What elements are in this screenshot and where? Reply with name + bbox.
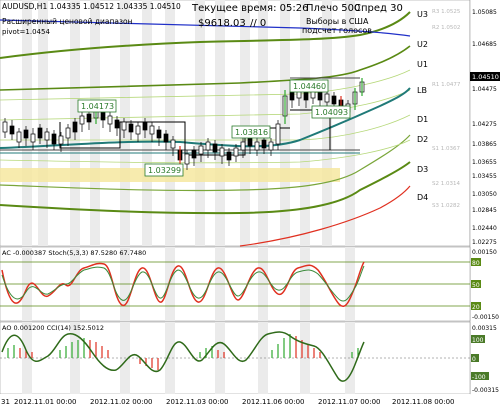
time-axis: 31 2012.11.01 00:00 2012.11.02 00:00 201… — [0, 394, 470, 408]
svg-text:1.03050: 1.03050 — [472, 191, 497, 198]
price-axis: 1.05085 1.04685 1.04475 1.04275 1.03865 … — [469, 0, 500, 408]
band-u2: U2 — [417, 40, 428, 49]
spread-label: Спред 30 — [354, 3, 403, 14]
price-box-4: 1.04460 — [289, 79, 329, 93]
cci-level-m100: -100 — [472, 374, 486, 381]
stoch-level-50: 50 — [472, 282, 480, 289]
level-label-r2: R2 1.0502 — [432, 25, 460, 31]
time-label-5: 2012.11.07 00:00 — [318, 398, 380, 406]
annotation-line1: Выборы в США — [306, 17, 369, 26]
price-box-5: 1.04093 — [311, 105, 351, 119]
time-label-3: 2012.11.03 00:00 — [166, 398, 228, 406]
band-u3: U3 — [417, 10, 428, 19]
level-label-s1: S1 1.0367 — [432, 146, 460, 152]
svg-text:1.02275: 1.02275 — [472, 239, 497, 246]
band-d1: D1 — [417, 115, 428, 124]
svg-text:1.04475: 1.04475 — [472, 86, 497, 93]
band-d2: D2 — [417, 135, 428, 144]
band-lb: LB — [417, 86, 427, 95]
ao-scale-bottom: -0.00315 — [472, 387, 499, 394]
pivot-label: pivot=1.0454 — [2, 28, 50, 36]
cci-level-0: 0 — [472, 356, 476, 363]
svg-text:1.05085: 1.05085 — [472, 9, 497, 16]
price-box-3: 1.03299 — [144, 163, 184, 177]
svg-text:1.04510: 1.04510 — [472, 73, 499, 81]
time-label-6: 2012.11.08 00:00 — [392, 398, 454, 406]
slash-label: // 0 — [250, 18, 266, 29]
ao-cci-panel[interactable]: AO 0.001200 CCI(14) 152.5012 0.00315 100… — [0, 321, 499, 395]
band-d4: D4 — [417, 193, 428, 202]
time-label-2: 2012.11.02 00:00 — [90, 398, 152, 406]
band-d3: D3 — [417, 165, 428, 174]
level-label-r1: R1 1.0477 — [432, 82, 461, 88]
annotation-line2: подсчет голосов — [302, 26, 372, 35]
chart-canvas: 1.04173 1.03816 1.03299 1.04460 1.04093 … — [0, 0, 500, 408]
leverage-label: Плечо 500 — [306, 3, 360, 14]
time-label-1: 2012.11.01 00:00 — [14, 398, 76, 406]
level-label-s3: S3 1.0282 — [432, 203, 460, 209]
level-label-s2: S2 1.0314 — [432, 181, 460, 187]
main-price-panel[interactable]: 1.04173 1.03816 1.03299 1.04460 1.04093 … — [0, 0, 471, 247]
price-box-2: 1.03816 — [231, 125, 271, 139]
svg-text:1.04460: 1.04460 — [293, 82, 326, 91]
current-price-tag: 1.04510 — [470, 72, 500, 81]
ac-scale-bottom: -0.00150 — [472, 314, 499, 321]
svg-text:1.02845: 1.02845 — [472, 207, 497, 214]
svg-text:1.03299: 1.03299 — [148, 166, 181, 175]
cci-level-100: 100 — [472, 337, 484, 344]
svg-text:1.04093: 1.04093 — [315, 108, 348, 117]
trading-terminal: 1.04173 1.03816 1.03299 1.04460 1.04093 … — [0, 0, 500, 408]
svg-text:1.04275: 1.04275 — [472, 121, 497, 128]
balance-label: $9618.03 — [198, 18, 246, 29]
svg-text:1.03865: 1.03865 — [472, 141, 497, 148]
stoch-level-20: 20 — [472, 304, 480, 311]
stoch-level-80: 80 — [472, 260, 480, 267]
svg-text:1.04173: 1.04173 — [81, 102, 114, 111]
svg-text:1.02440: 1.02440 — [472, 225, 497, 232]
level-label-r3: R3 1.0525 — [432, 9, 461, 15]
time-label-0: 31 — [1, 398, 10, 406]
symbol-line: AUDUSD,H1 1.04335 1.04512 1.04335 1.0451… — [2, 2, 181, 11]
indicator-title: Расширенный ценовой диапазон — [2, 17, 133, 26]
price-box-1: 1.04173 — [77, 99, 117, 113]
ac-scale-top: 0.00150 — [472, 249, 497, 256]
time-label-4: 2012.11.06 00:00 — [242, 398, 304, 406]
ac-stoch-panel[interactable]: AC -0.000387 Stoch(5,3,3) 87.5280 67.748… — [0, 246, 499, 322]
ao-panel-header: AO 0.001200 CCI(14) 152.5012 — [2, 324, 104, 332]
ao-scale-top: 0.00315 — [472, 325, 497, 332]
svg-text:1.03455: 1.03455 — [472, 173, 497, 180]
svg-text:1.03816: 1.03816 — [235, 128, 268, 137]
ac-panel-header: AC -0.000387 Stoch(5,3,3) 87.5280 67.748… — [2, 249, 146, 257]
svg-text:1.04685: 1.04685 — [472, 41, 497, 48]
time-label: Текущее время: 05:26 — [191, 3, 308, 14]
svg-text:1.03655: 1.03655 — [472, 159, 497, 166]
band-u1: U1 — [417, 60, 428, 69]
